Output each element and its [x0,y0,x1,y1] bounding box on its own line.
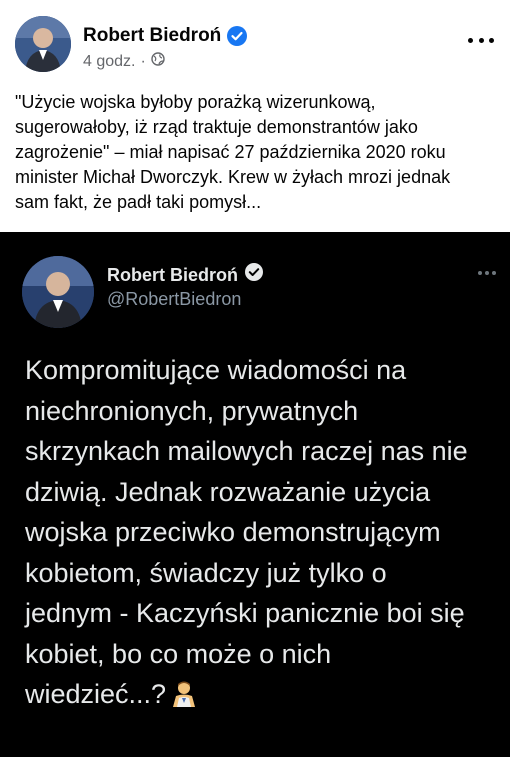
author-line: Robert Biedroń [83,24,248,48]
tweet-image[interactable]: Robert Biedroń @RobertBiedron Kompromitu… [0,232,510,766]
tweet-more-icon [478,270,496,276]
verified-badge-icon [227,26,248,46]
post-text: "Użycie wojska byłoby porażką wizerunkow… [15,92,451,212]
post-meta: 4 godz. · [83,52,165,71]
post-header: Robert Biedroń 4 godz. · [0,0,510,88]
tweet-avatar [22,256,94,328]
more-options-icon[interactable] [468,30,494,50]
meta-separator: · [140,52,146,70]
author-avatar[interactable] [15,16,71,72]
tweet-handle: @RobertBiedron [107,289,242,309]
tweet-text: Kompromitujące wiadomości na niechronion… [25,350,495,715]
globe-icon [151,52,165,71]
bottom-strip [0,757,510,766]
tweet-text-content: Kompromitujące wiadomości na niechronion… [25,355,468,709]
tweet-name-line: Robert Biedroń [107,262,264,287]
author-name[interactable]: Robert Biedroń [83,24,221,48]
tweet-author-name: Robert Biedroń [107,264,239,285]
post-timestamp[interactable]: 4 godz. [83,53,135,71]
verified-badge-icon [244,262,264,287]
man-shrugging-emoji [170,678,198,707]
